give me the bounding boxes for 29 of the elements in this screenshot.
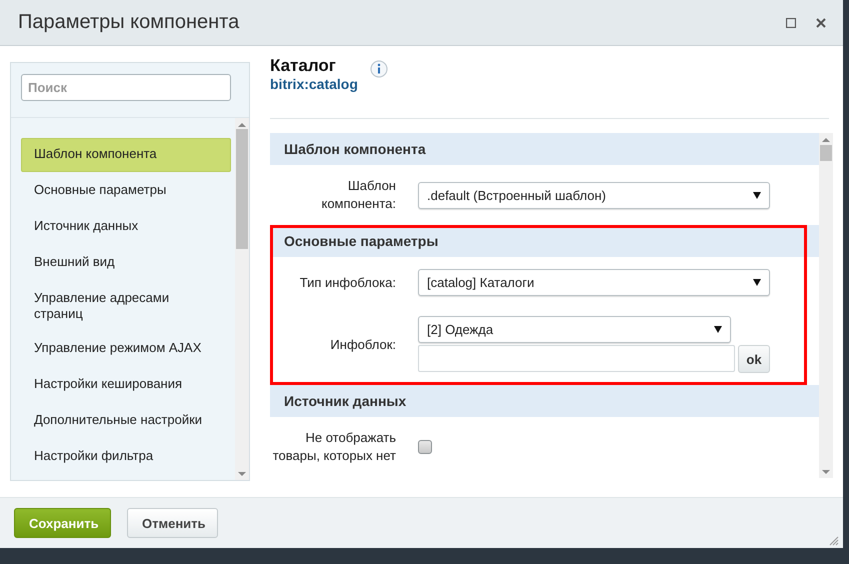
sidebar-item[interactable]: Дополнительные настройки bbox=[21, 404, 231, 438]
sidebar-item[interactable]: Настройки фильтра bbox=[21, 440, 231, 474]
dropdown[interactable]: [catalog] Каталоги bbox=[418, 269, 770, 296]
component-code: bitrix:catalog bbox=[270, 76, 358, 92]
sidebar-item[interactable]: Шаблон компонента bbox=[21, 138, 231, 172]
section-header: Шаблон компонента bbox=[270, 133, 819, 165]
checkbox[interactable] bbox=[418, 440, 432, 454]
sidebar-item[interactable]: Управление режимом AJAX bbox=[21, 332, 231, 366]
field-label: Не отображать товары, которых нет bbox=[272, 429, 396, 465]
dropdown[interactable]: .default (Встроенный шаблон) bbox=[418, 182, 770, 208]
sidebar-item[interactable]: Источник данных bbox=[21, 210, 231, 244]
sidebar-item[interactable]: Основные параметры bbox=[21, 174, 231, 208]
ok-button[interactable]: ok bbox=[738, 345, 770, 373]
cancel-button[interactable]: Отменить bbox=[127, 508, 218, 538]
component-title: Каталог bbox=[270, 56, 337, 76]
sidebar-item[interactable]: Настройки кеширования bbox=[21, 368, 231, 402]
sidebar-item[interactable]: Управление адресами страниц bbox=[21, 282, 231, 330]
field-label: Шаблон компонента: bbox=[320, 177, 396, 213]
scrollbar[interactable] bbox=[235, 118, 249, 480]
dropdown[interactable]: [2] Одежда bbox=[418, 316, 731, 343]
window-title: Параметры компонента bbox=[18, 11, 240, 34]
search-field[interactable]: Поиск bbox=[21, 74, 231, 101]
sidebar-item[interactable]: Внешний вид bbox=[21, 246, 231, 280]
section-header: Основные параметры bbox=[270, 225, 819, 257]
input-field[interactable] bbox=[418, 345, 735, 372]
field-label: Инфоблок: bbox=[329, 336, 396, 354]
scrollbar[interactable] bbox=[819, 133, 833, 478]
field-label: Тип инфоблока: bbox=[298, 274, 396, 292]
section-header: Источник данных bbox=[270, 385, 819, 417]
